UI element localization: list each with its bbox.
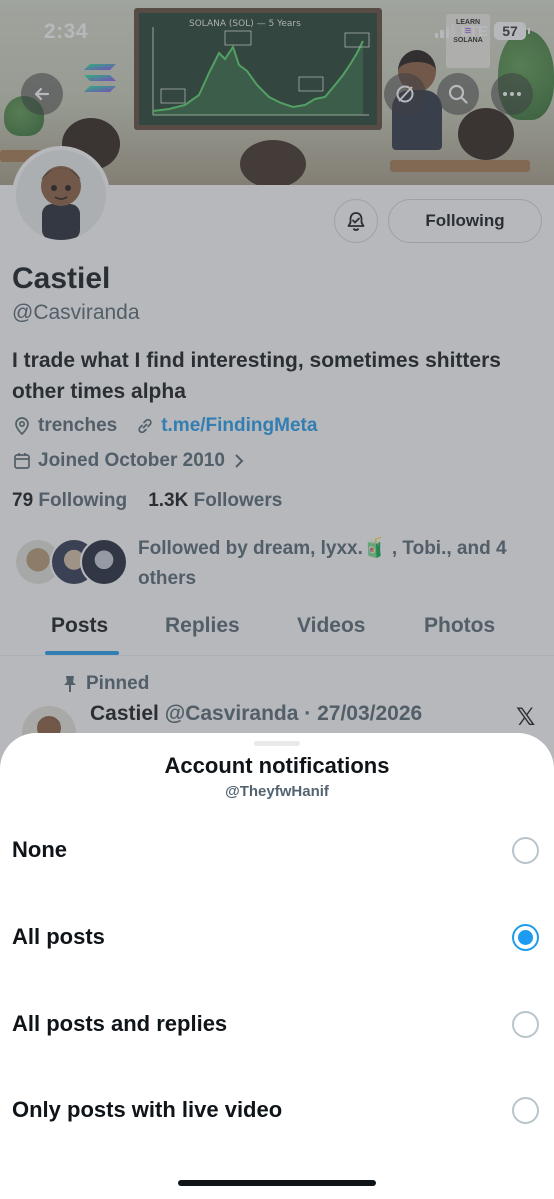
option-live-video[interactable]: Only posts with live video [0,1080,554,1140]
sheet-title: Account notifications [164,753,390,778]
home-indicator[interactable] [178,1180,376,1186]
sheet-grabber[interactable] [254,741,300,746]
radio-button-selected[interactable] [512,923,539,951]
option-label: All posts and replies [12,1011,228,1036]
option-none[interactable]: None [0,820,554,880]
option-all-posts-and-replies[interactable]: All posts and replies [0,994,554,1054]
option-label: All posts [12,924,105,949]
radio-button[interactable] [512,836,539,864]
radio-button[interactable] [512,1096,539,1124]
sheet-subtitle: @TheyfwHanif [225,783,329,800]
option-label: Only posts with live video [12,1097,283,1122]
account-notifications-sheet: Account notifications @TheyfwHanif None … [0,733,554,1199]
option-all-posts[interactable]: All posts [0,907,554,967]
option-label: None [12,837,67,862]
radio-button[interactable] [512,1010,539,1038]
